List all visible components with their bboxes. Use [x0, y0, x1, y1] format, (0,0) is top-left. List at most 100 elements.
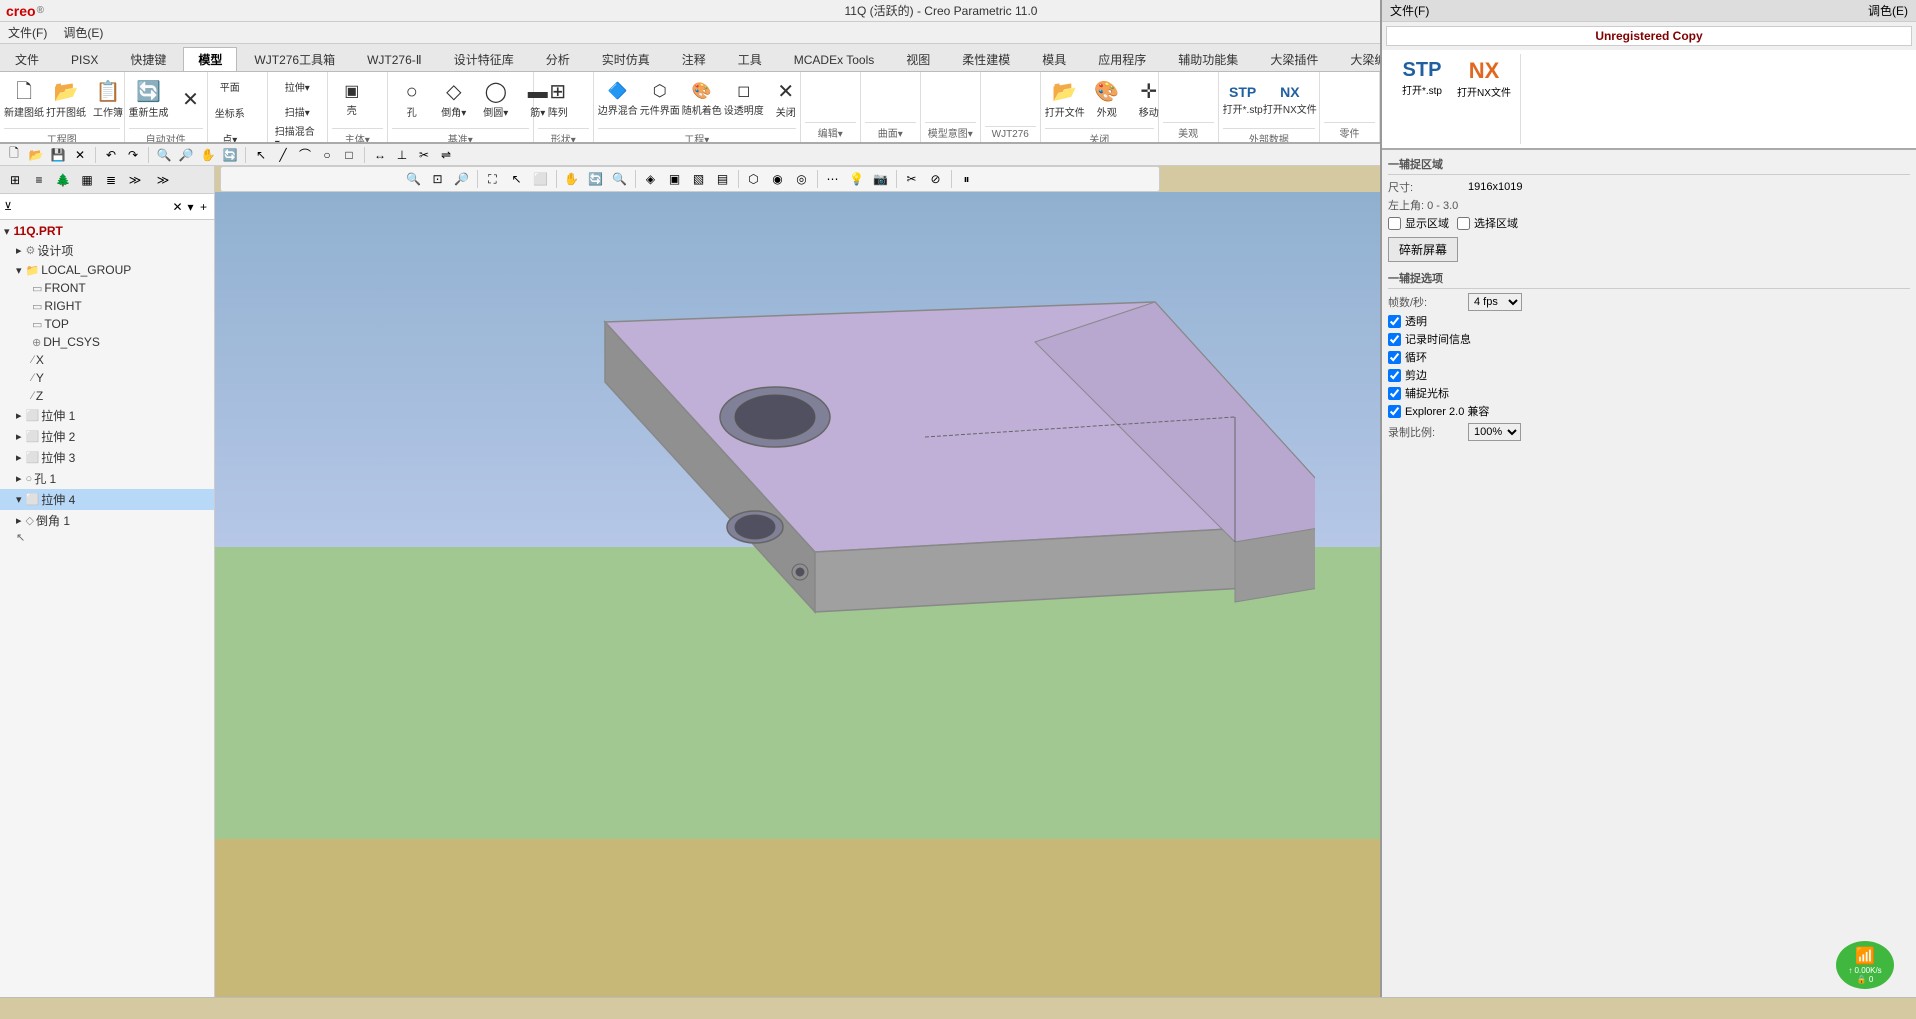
capture-cursor-label[interactable]: 辅捉光标	[1388, 385, 1449, 401]
point-button[interactable]: 点▾	[212, 126, 248, 144]
view-rotate[interactable]: 🔄	[585, 168, 607, 190]
view-zoom-in[interactable]: 🔍	[403, 168, 425, 190]
tab-flexible[interactable]: 柔性建模	[947, 47, 1025, 71]
fps-select[interactable]: 4 fps 8 fps 15 fps 30 fps	[1468, 293, 1522, 311]
menu-edit[interactable]: 调色(E)	[55, 22, 111, 44]
view-iso[interactable]: ◈	[640, 168, 662, 190]
search-expand[interactable]: ▾	[184, 196, 197, 218]
explorer-compat-checkbox[interactable]	[1388, 405, 1401, 418]
tab-simulation[interactable]: 实时仿真	[587, 47, 665, 71]
tree-item-local-group[interactable]: ▾ 📁 LOCAL_GROUP	[0, 261, 214, 279]
tree-item-extrude2[interactable]: ▸ ⬜ 拉伸 2	[0, 426, 214, 447]
tab-tools[interactable]: 工具	[723, 47, 777, 71]
transparent-checkbox[interactable]	[1388, 315, 1401, 328]
tb2-line[interactable]: ╱	[273, 146, 293, 164]
transparent-option-label[interactable]: 透明	[1388, 313, 1427, 329]
tb2-constraint[interactable]: ⊥	[392, 146, 412, 164]
sidebar-extra-btn[interactable]: ≫	[152, 169, 174, 191]
open-file-button[interactable]: 📂 打开文件	[1045, 74, 1085, 126]
tb2-arc[interactable]: ⌒	[295, 146, 315, 164]
view-shaded-edges[interactable]: ◎	[791, 168, 813, 190]
tree-item-extrude3[interactable]: ▸ ⬜ 拉伸 3	[0, 447, 214, 468]
tab-annotation[interactable]: 注释	[667, 47, 721, 71]
sidebar-more-btn[interactable]: ≫	[124, 169, 146, 191]
tab-mcadex[interactable]: MCADEx Tools	[779, 47, 889, 71]
regenerate-button[interactable]: 🔄 重新生成	[129, 74, 169, 126]
view-more[interactable]: ⋯	[822, 168, 844, 190]
set-transparent-button[interactable]: ◻ 设透明度	[724, 74, 764, 126]
tb2-dim[interactable]: ↔	[370, 146, 390, 164]
view-xsec[interactable]: ⊘	[925, 168, 947, 190]
search-input[interactable]	[16, 200, 171, 214]
view-zoom-fit[interactable]: ⊡	[427, 168, 449, 190]
tree-item-z[interactable]: ∕ Z	[0, 387, 214, 405]
tree-item-front[interactable]: ▭ FRONT	[0, 279, 214, 297]
view-camera[interactable]: 📷	[870, 168, 892, 190]
tab-beam-insert[interactable]: 大梁插件	[1255, 47, 1333, 71]
trim-checkbox[interactable]	[1388, 369, 1401, 382]
shell-button[interactable]: ▣ 壳	[332, 74, 372, 126]
hole-button[interactable]: ○ 孔	[392, 74, 432, 126]
tab-wjt276[interactable]: WJT276工具箱	[239, 47, 350, 71]
view-right[interactable]: ▧	[688, 168, 710, 190]
view-box-select[interactable]: ⬜	[530, 168, 552, 190]
open-stp-button[interactable]: STP 打开*.stp	[1223, 74, 1263, 126]
view-section[interactable]: ✂	[901, 168, 923, 190]
tb2-rotate[interactable]: 🔄	[220, 146, 240, 164]
view-shaded[interactable]: ◉	[767, 168, 789, 190]
tb2-close[interactable]: ✕	[70, 146, 90, 164]
tb2-pan[interactable]: ✋	[198, 146, 218, 164]
tree-item-chamfer1[interactable]: ▸ ◇ 倒角 1	[0, 510, 214, 531]
tb2-redo[interactable]: ↷	[123, 146, 143, 164]
array-button[interactable]: ⊞ 阵列	[538, 74, 578, 126]
tab-view[interactable]: 视图	[891, 47, 945, 71]
display-area-check-label[interactable]: 显示区域	[1388, 215, 1449, 231]
scan-mix-button[interactable]: 扫描混合▾	[272, 124, 323, 144]
explorer-compat-label[interactable]: Explorer 2.0 兼容	[1388, 403, 1489, 419]
tab-shortcut[interactable]: 快捷键	[115, 47, 181, 71]
plane-button[interactable]: 平面	[212, 74, 248, 98]
rp-nx-button[interactable]: NX 打开NX文件	[1454, 54, 1514, 102]
tab-wenjian[interactable]: 文件	[0, 47, 54, 71]
tree-item-x[interactable]: ∕ X	[0, 351, 214, 369]
tb2-save[interactable]: 💾	[48, 146, 68, 164]
tree-item-right[interactable]: ▭ RIGHT	[0, 297, 214, 315]
select-area-check-label[interactable]: 选择区域	[1457, 215, 1518, 231]
tree-item-extrude1[interactable]: ▸ ⬜ 拉伸 1	[0, 405, 214, 426]
rp-stp-button[interactable]: STP 打开*.stp	[1392, 54, 1452, 102]
open-nx-button[interactable]: NX 打开NX文件	[1265, 74, 1315, 126]
view-lights[interactable]: 💡	[846, 168, 868, 190]
tab-design-lib[interactable]: 设计特征库	[439, 47, 529, 71]
tab-wjt276-2[interactable]: WJT276-Ⅱ	[352, 47, 437, 71]
tree-item-dh-csys[interactable]: ⊕ DH_CSYS	[0, 333, 214, 351]
viewport[interactable]	[215, 192, 1380, 1019]
tb2-trim[interactable]: ✂	[414, 146, 434, 164]
new-drawing-button[interactable]: 🗋 新建图纸	[4, 74, 44, 126]
tree-item-y[interactable]: ∕ Y	[0, 369, 214, 387]
fillet-button[interactable]: ◯ 倒圆▾	[476, 74, 516, 126]
record-time-label[interactable]: 记录时间信息	[1388, 331, 1471, 347]
menu-file[interactable]: 文件(F)	[0, 22, 55, 44]
trim-label[interactable]: 剪边	[1388, 367, 1427, 383]
tb2-mirror[interactable]: ⇌	[436, 146, 456, 164]
close-auto-button[interactable]: ✕	[171, 74, 211, 126]
view-pause[interactable]: ⏸	[956, 168, 978, 190]
component-interface-button[interactable]: ⬡ 元件界面	[640, 74, 680, 126]
workbook-button[interactable]: 📋 工作簿	[88, 74, 128, 126]
tab-assist[interactable]: 辅助功能集	[1163, 47, 1253, 71]
view-front[interactable]: ▣	[664, 168, 686, 190]
tb2-circle[interactable]: ○	[317, 146, 337, 164]
sidebar-table-btn[interactable]: ▦	[76, 169, 98, 191]
tab-analysis[interactable]: 分析	[531, 47, 585, 71]
tb2-select[interactable]: ↖	[251, 146, 271, 164]
tab-app[interactable]: 应用程序	[1083, 47, 1161, 71]
tree-item-top[interactable]: ▭ TOP	[0, 315, 214, 333]
coord-button[interactable]: 坐标系	[212, 100, 248, 124]
sidebar-filter-btn[interactable]: ⊞	[4, 169, 26, 191]
sidebar-tree-btn[interactable]: 🌲	[52, 169, 74, 191]
view-refit[interactable]: ⛶	[482, 168, 504, 190]
sidebar-list-btn[interactable]: ≡	[28, 169, 50, 191]
view-top[interactable]: ▤	[712, 168, 734, 190]
view-pan[interactable]: ✋	[561, 168, 583, 190]
tab-model[interactable]: 模型	[183, 47, 237, 71]
